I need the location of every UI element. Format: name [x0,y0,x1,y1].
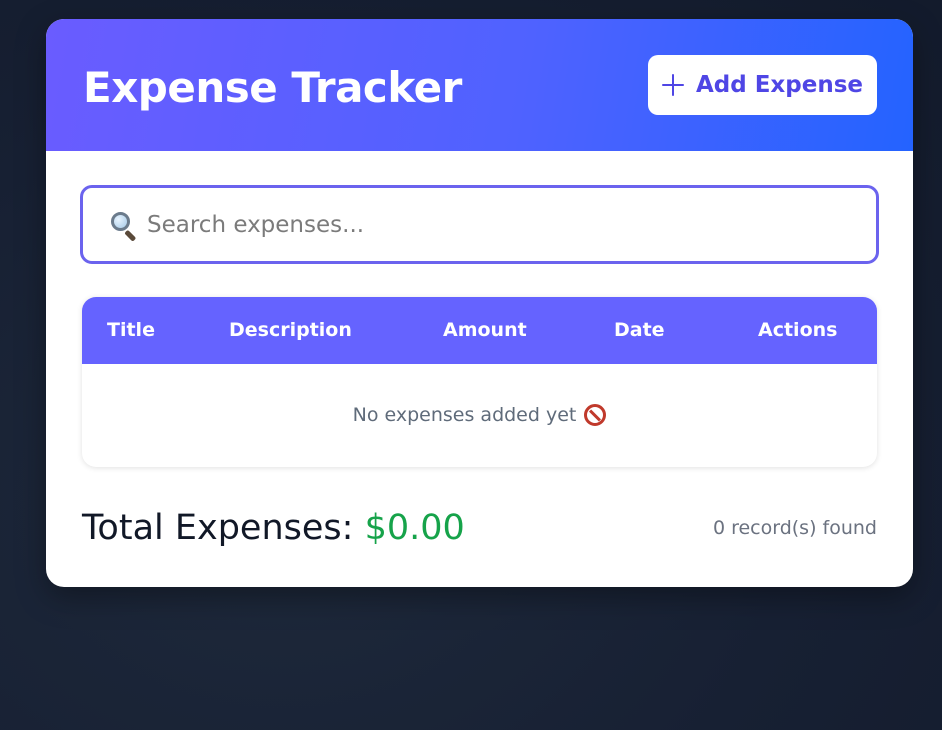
expenses-table: Title Description Amount Date Actions No… [82,297,877,467]
empty-state-message: No expenses added yet [352,403,577,426]
column-header-amount: Amount [443,319,527,341]
record-count: 0 record(s) found [712,517,877,539]
search-input[interactable] [147,211,847,238]
add-expense-button[interactable]: Add Expense [648,55,877,115]
empty-state-row: No expenses added yet [82,364,877,467]
column-header-actions: Actions [758,319,838,341]
search-box[interactable] [80,185,879,264]
column-header-title: Title [107,319,155,341]
total-expenses: Total Expenses: $0.00 [82,508,465,548]
total-expenses-value: $0.00 [364,508,465,548]
add-expense-label: Add Expense [695,72,863,98]
column-header-date: Date [614,319,665,341]
expense-tracker-card: Expense Tracker Add Expense Title Descri… [46,19,913,587]
card-header: Expense Tracker Add Expense [46,19,913,151]
no-entry-icon [584,403,607,426]
table-header: Title Description Amount Date Actions [82,297,877,364]
page-title: Expense Tracker [83,63,462,112]
column-header-description: Description [229,319,352,341]
search-icon [109,210,139,242]
total-expenses-label: Total Expenses: [82,508,354,548]
plus-icon [661,74,684,96]
